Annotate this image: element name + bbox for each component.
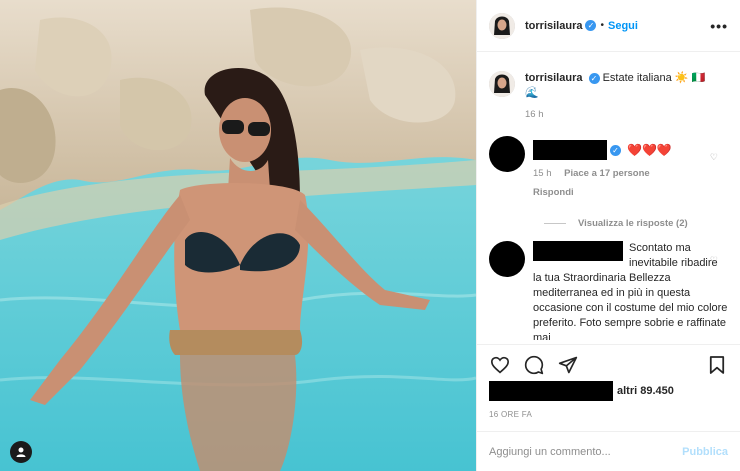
share-icon[interactable]	[557, 354, 579, 376]
post-actions	[477, 344, 740, 384]
caption-body: torrisilaura ✓ Estate italiana ☀️ 🇮🇹 🌊 1…	[525, 71, 705, 122]
caption-username[interactable]: torrisilaura	[525, 72, 582, 84]
comment-icon[interactable]	[523, 354, 545, 376]
caption: torrisilaura ✓ Estate italiana ☀️ 🇮🇹 🌊 1…	[489, 53, 728, 122]
redacted-username	[533, 241, 623, 261]
verified-badge-icon: ✓	[585, 20, 597, 31]
separator-dot: •	[600, 20, 604, 31]
verified-badge-icon: ✓	[610, 144, 621, 156]
likes-others[interactable]: altri 89.450	[617, 385, 674, 397]
publish-button[interactable]: Pubblica	[682, 446, 728, 458]
user-tag-icon[interactable]	[10, 441, 32, 463]
comment-like-heart-icon[interactable]: ♡	[710, 152, 718, 163]
caption-time[interactable]: 16 h	[525, 107, 705, 122]
comment-text: ❤️❤️❤️	[627, 142, 672, 157]
view-replies[interactable]: Visualizza le risposte (2)	[544, 218, 728, 229]
view-replies-label[interactable]: Visualizza le risposte (2)	[578, 218, 688, 229]
post-photo[interactable]	[0, 0, 476, 471]
reply-button[interactable]: Rispondi	[533, 185, 728, 200]
comment-avatar-redacted[interactable]	[489, 241, 525, 277]
more-options-icon[interactable]: •••	[710, 18, 728, 34]
caption-emoji-wave: 🌊	[525, 87, 539, 99]
comment-like-count[interactable]: Piace a 17 persone	[564, 168, 650, 179]
heart-icon[interactable]	[489, 354, 511, 376]
caption-emojis: ☀️ 🇮🇹	[674, 72, 706, 84]
comment-item: Scontato ma inevitabile ribadire la tua …	[489, 241, 728, 340]
comment-avatar-redacted[interactable]	[489, 136, 525, 172]
comment-like-heart-icon[interactable]: ♡	[710, 255, 718, 266]
follow-button[interactable]: Segui	[608, 20, 638, 32]
comment-input[interactable]	[489, 445, 683, 458]
post-side-panel: torrisilaura ✓ • Segui ••• torrisilaura …	[476, 0, 740, 471]
comment-body: ✓ ❤️❤️❤️ 15 h Piace a 17 persone Rispond…	[533, 136, 728, 200]
profile-avatar[interactable]	[489, 12, 515, 39]
bookmark-icon[interactable]	[706, 354, 728, 376]
comment-body: Scontato ma inevitabile ribadire la tua …	[533, 241, 728, 340]
comment-time[interactable]: 15 h	[533, 168, 552, 179]
comment-composer: Pubblica	[477, 431, 740, 471]
comment-meta: 15 h Piace a 17 persone	[533, 166, 728, 181]
redacted-username	[533, 140, 607, 160]
caption-avatar[interactable]	[489, 71, 515, 97]
likes-summary[interactable]: altri 89.450	[489, 380, 728, 402]
redacted-likers	[489, 381, 613, 401]
post-timestamp[interactable]: 16 ORE FA	[489, 410, 532, 419]
photo-illustration	[0, 0, 476, 471]
verified-badge-icon: ✓	[588, 72, 600, 84]
post-header: torrisilaura ✓ • Segui •••	[477, 0, 740, 52]
comments-list[interactable]: torrisilaura ✓ Estate italiana ☀️ 🇮🇹 🌊 1…	[477, 53, 740, 340]
replies-line	[544, 223, 566, 224]
caption-text: Estate italiana	[602, 72, 672, 84]
comment-item: ✓ ❤️❤️❤️ 15 h Piace a 17 persone Rispond…	[489, 136, 728, 200]
header-username[interactable]: torrisilaura	[525, 20, 582, 32]
